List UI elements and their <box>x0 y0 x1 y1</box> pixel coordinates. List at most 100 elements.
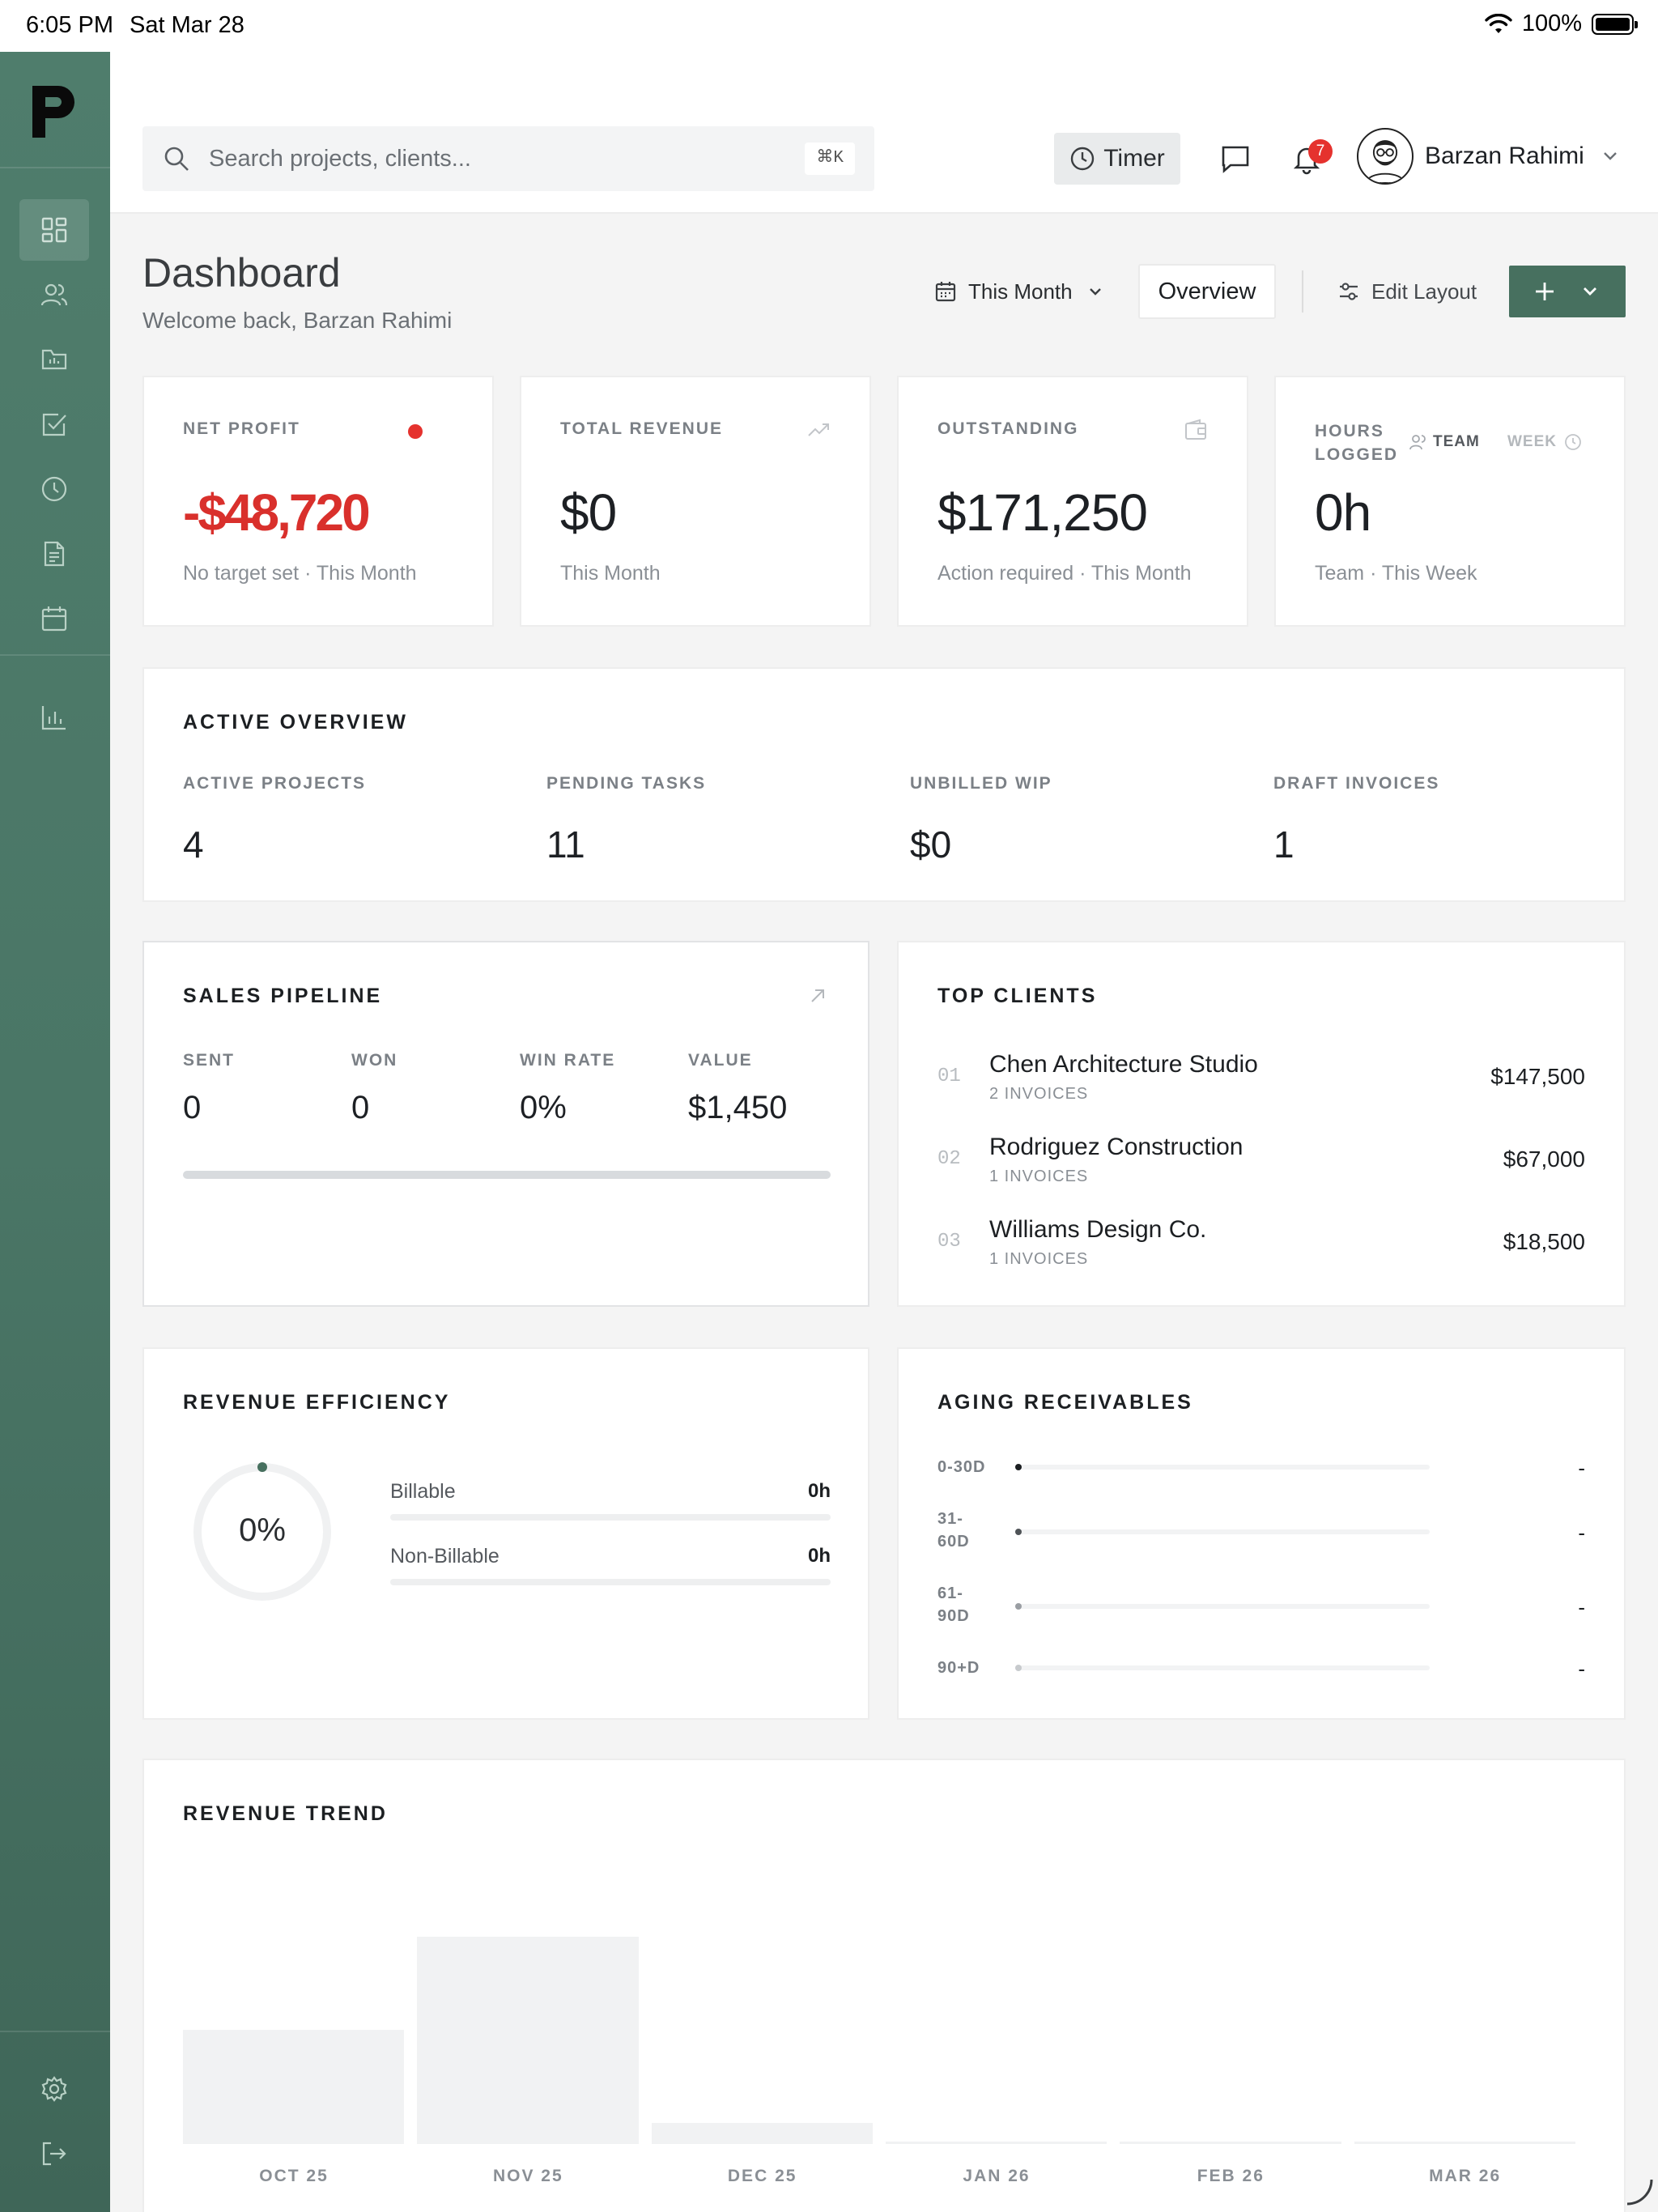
section-title: REVENUE TREND <box>183 1802 388 1825</box>
projects-icon <box>41 349 67 370</box>
status-bar: 6:05 PM Sat Mar 28 100% <box>0 0 1658 52</box>
messages-button[interactable] <box>1211 134 1260 183</box>
client-invoices: 1 INVOICES <box>989 1250 1089 1268</box>
client-amount: $67,000 <box>1503 1146 1585 1172</box>
page-title: Dashboard <box>142 250 341 296</box>
win-rate-stat: WIN RATE 0% <box>520 1051 615 1126</box>
trend-bar[interactable] <box>886 2142 1107 2144</box>
page-subtitle: Welcome back, Barzan Rahimi <box>142 308 453 333</box>
clock-icon <box>1071 147 1095 171</box>
edit-layout-label: Edit Layout <box>1371 279 1477 304</box>
stat-label: DRAFT INVOICES <box>1273 774 1440 793</box>
sidebar-item-reports[interactable] <box>19 687 89 748</box>
active-projects-stat[interactable]: ACTIVE PROJECTS 4 <box>183 774 366 866</box>
outstanding-card[interactable]: OUTSTANDING $171,250 Action required · T… <box>897 376 1248 627</box>
client-invoices: 2 INVOICES <box>989 1085 1089 1103</box>
efficiency-percent: 0% <box>239 1512 286 1548</box>
revenue-trend-card: REVENUE TREND OCT 25 NOV 25 DEC 25 JAN 26 FE… <box>142 1759 1626 2212</box>
draft-invoices-stat[interactable]: DRAFT INVOICES 1 <box>1273 774 1439 866</box>
edit-layout-button[interactable]: Edit Layout <box>1337 266 1477 317</box>
progress-track <box>390 1579 831 1585</box>
aging-value: - <box>1578 1657 1585 1681</box>
calendar-icon <box>935 282 956 302</box>
client-row[interactable]: 01 Chen Architecture Studio 2 INVOICES $… <box>937 1046 1585 1111</box>
avatar[interactable] <box>1357 128 1414 185</box>
sidebar-item-time[interactable] <box>19 458 89 520</box>
stat-value: $1,450 <box>688 1090 788 1125</box>
sidebar-item-projects[interactable] <box>19 329 89 390</box>
stat-value: 4 <box>183 823 204 866</box>
user-name[interactable]: Barzan Rahimi <box>1425 143 1584 170</box>
stat-value: 0 <box>183 1090 202 1125</box>
trend-bar[interactable] <box>1120 2142 1341 2144</box>
status-date: Sat Mar 28 <box>130 12 244 38</box>
row-label: Non-Billable <box>390 1545 500 1568</box>
sidebar-item-calendar[interactable] <box>19 588 89 649</box>
week-toggle[interactable]: WEEK <box>1507 432 1583 452</box>
timer-button[interactable]: Timer <box>1054 133 1180 185</box>
sidebar-divider <box>0 167 110 168</box>
chevron-down-icon[interactable] <box>1598 144 1622 168</box>
client-name: Chen Architecture Studio <box>989 1051 1258 1078</box>
kpi-label: HOURS LOGGED <box>1315 422 1399 464</box>
revenue-efficiency-card: REVENUE EFFICIENCY 0% Billable 0h Non-Bi… <box>142 1347 869 1720</box>
stat-value: 11 <box>546 823 585 866</box>
message-icon <box>1222 146 1249 173</box>
sidebar-item-logout[interactable] <box>19 2123 89 2184</box>
notifications-button[interactable]: 7 <box>1282 134 1333 183</box>
kpi-sub: Team · This Week <box>1315 562 1477 585</box>
client-name: Rodriguez Construction <box>989 1134 1244 1160</box>
search-box[interactable]: ⌘K <box>142 126 874 191</box>
section-title: REVENUE EFFICIENCY <box>183 1391 451 1414</box>
wallet-icon <box>1185 419 1206 440</box>
stat-label: SENT <box>183 1051 236 1070</box>
chevron-down-icon <box>1089 288 1101 296</box>
row-value: 0h <box>807 1545 831 1567</box>
progress-track <box>390 1514 831 1521</box>
total-revenue-card[interactable]: TOTAL REVENUE $0 This Month <box>520 376 871 627</box>
kpi-value: 0h <box>1315 483 1371 542</box>
sidebar-item-invoices[interactable] <box>19 523 89 585</box>
trend-bar[interactable] <box>1354 2142 1575 2144</box>
kpi-sub: This Month <box>560 562 661 585</box>
period-select[interactable]: This Month <box>926 266 1115 317</box>
sidebar-item-tasks[interactable] <box>19 393 89 455</box>
aging-receivables-card: AGING RECEIVABLES 0-30D - 31-60D - 61-90… <box>897 1347 1626 1720</box>
sent-stat: SENT 0 <box>183 1051 235 1126</box>
aging-label: 61-90D <box>937 1585 970 1625</box>
app-logo[interactable] <box>31 84 76 139</box>
net-profit-card[interactable]: NET PROFIT -$48,720 No target set · This… <box>142 376 494 627</box>
client-amount: $18,500 <box>1503 1229 1585 1254</box>
stat-value: 1 <box>1273 823 1295 866</box>
add-new-button[interactable] <box>1509 266 1626 317</box>
arrow-up-right-icon[interactable] <box>806 985 829 1007</box>
client-rank: 03 <box>937 1231 961 1253</box>
sales-pipeline-card: SALES PIPELINE SENT 0 WON 0 WIN RATE 0% … <box>142 941 869 1307</box>
pending-tasks-stat[interactable]: PENDING TASKS 11 <box>546 774 706 866</box>
client-row[interactable]: 03 Williams Design Co. 1 INVOICES $18,50… <box>937 1211 1585 1276</box>
won-stat: WON 0 <box>351 1051 397 1126</box>
aging-dot <box>1015 1665 1022 1671</box>
aging-dot <box>1015 1603 1022 1610</box>
resize-handle-icon <box>1626 2179 1653 2206</box>
team-toggle[interactable]: TEAM <box>1409 432 1480 452</box>
trend-bar[interactable] <box>183 2030 405 2144</box>
sidebar-item-settings[interactable] <box>19 2058 89 2120</box>
x-tick-label: DEC 25 <box>727 2167 797 2185</box>
active-overview-card: ACTIVE OVERVIEW ACTIVE PROJECTS 4 PENDIN… <box>142 667 1626 902</box>
stat-value: 0% <box>520 1090 567 1125</box>
search-input[interactable] <box>209 141 776 177</box>
trend-bar[interactable] <box>417 1937 639 2144</box>
aging-value: - <box>1578 1456 1585 1480</box>
overview-button[interactable]: Overview <box>1138 264 1276 319</box>
x-tick-label: FEB 26 <box>1197 2167 1265 2185</box>
sidebar-item-dashboard[interactable] <box>19 199 89 261</box>
sidebar-item-clients[interactable] <box>19 264 89 325</box>
trend-bar[interactable] <box>651 2123 873 2144</box>
client-row[interactable]: 02 Rodriguez Construction 1 INVOICES $67… <box>937 1129 1585 1193</box>
clients-icon <box>40 283 68 306</box>
hours-logged-card[interactable]: HOURS LOGGED TEAM WEEK 0h Team · This Wee… <box>1274 376 1626 627</box>
kpi-value: $171,250 <box>937 483 1148 542</box>
notification-badge: 7 <box>1308 139 1333 164</box>
unbilled-wip-stat[interactable]: UNBILLED WIP $0 <box>910 774 1052 866</box>
